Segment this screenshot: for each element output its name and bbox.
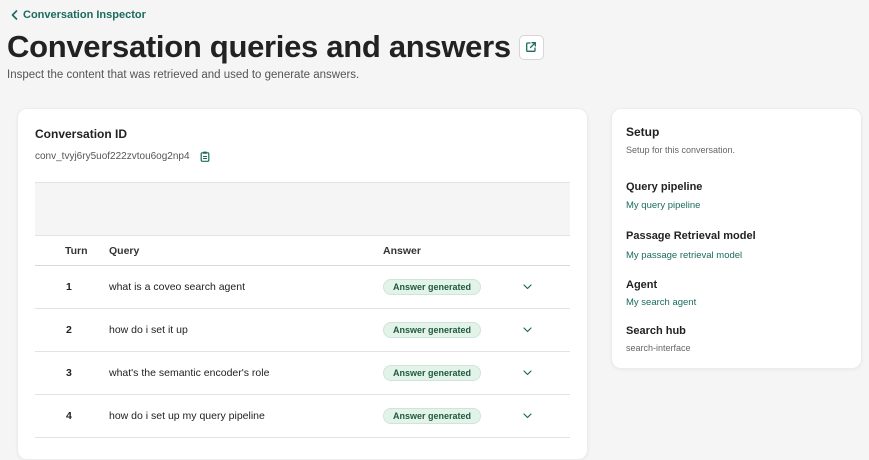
chevron-down-icon	[523, 327, 532, 333]
turn-cell: 3	[66, 367, 72, 379]
answer-status-badge: Answer generated	[383, 279, 482, 295]
table-row[interactable]: 1 what is a coveo search agent Answer ge…	[35, 266, 570, 309]
agent-label: Agent	[626, 279, 658, 291]
copy-id-button[interactable]	[200, 151, 210, 162]
answer-status-badge: Answer generated	[383, 408, 482, 424]
conversation-id-label: Conversation ID	[35, 127, 128, 141]
chevron-down-icon	[523, 284, 532, 290]
query-cell: what is a coveo search agent	[109, 281, 245, 293]
clipboard-icon	[200, 151, 209, 162]
turn-cell: 1	[66, 281, 72, 293]
table-row[interactable]: 2 how do i set it up Answer generated	[35, 309, 570, 352]
turns-table: Turn Query Answer 1 what is a coveo sear…	[35, 182, 570, 438]
chevron-down-icon	[523, 370, 532, 376]
query-pipeline-link[interactable]: My query pipeline	[626, 200, 700, 211]
page-title: Conversation queries and answers	[7, 29, 511, 64]
table-row[interactable]: 3 what's the semantic encoder's role Ans…	[35, 352, 570, 395]
breadcrumb-back-link[interactable]: Conversation Inspector	[11, 9, 146, 21]
column-header-turn: Turn	[65, 244, 88, 257]
table-header-row: Turn Query Answer	[35, 236, 570, 266]
turn-cell: 2	[66, 324, 72, 336]
setup-description: Setup for this conversation.	[626, 145, 736, 155]
page-subtitle: Inspect the content that was retrieved a…	[7, 69, 360, 81]
conversation-id-value: conv_tvyj6ry5uof222zvtou6og2np4	[35, 151, 190, 162]
query-cell: how do i set up my query pipeline	[109, 410, 265, 422]
conversation-id-row: conv_tvyj6ry5uof222zvtou6og2np4	[35, 151, 210, 162]
open-external-button[interactable]	[518, 34, 544, 60]
query-cell: what's the semantic encoder's role	[109, 367, 270, 379]
answer-status-badge: Answer generated	[383, 322, 482, 338]
passage-retrieval-model-label: Passage Retrieval model	[626, 230, 756, 242]
agent-link[interactable]: My search agent	[626, 297, 696, 308]
answer-status-badge: Answer generated	[383, 365, 482, 381]
turn-cell: 4	[66, 410, 72, 422]
setup-title: Setup	[626, 125, 660, 139]
breadcrumb-label: Conversation Inspector	[23, 9, 146, 21]
conversation-card: Conversation ID conv_tvyj6ry5uof222zvtou…	[17, 108, 588, 460]
query-pipeline-label: Query pipeline	[626, 181, 703, 193]
setup-card: Setup Setup for this conversation. Query…	[611, 108, 862, 369]
column-header-answer: Answer	[383, 244, 421, 257]
chevron-down-icon	[523, 413, 532, 419]
page-header: Conversation queries and answers	[7, 27, 544, 67]
external-link-icon	[526, 42, 537, 52]
expand-row-button[interactable]	[523, 284, 532, 290]
passage-retrieval-model-link[interactable]: My passage retrieval model	[626, 250, 742, 261]
search-hub-label: Search hub	[626, 325, 686, 337]
expand-row-button[interactable]	[523, 370, 532, 376]
table-toolbar-area	[35, 183, 570, 236]
query-cell: how do i set it up	[109, 324, 188, 336]
chevron-left-icon	[11, 10, 18, 20]
expand-row-button[interactable]	[523, 327, 532, 333]
column-header-query: Query	[109, 244, 140, 257]
expand-row-button[interactable]	[523, 413, 532, 419]
table-row[interactable]: 4 how do i set up my query pipeline Answ…	[35, 395, 570, 438]
search-hub-value: search-interface	[626, 343, 691, 353]
